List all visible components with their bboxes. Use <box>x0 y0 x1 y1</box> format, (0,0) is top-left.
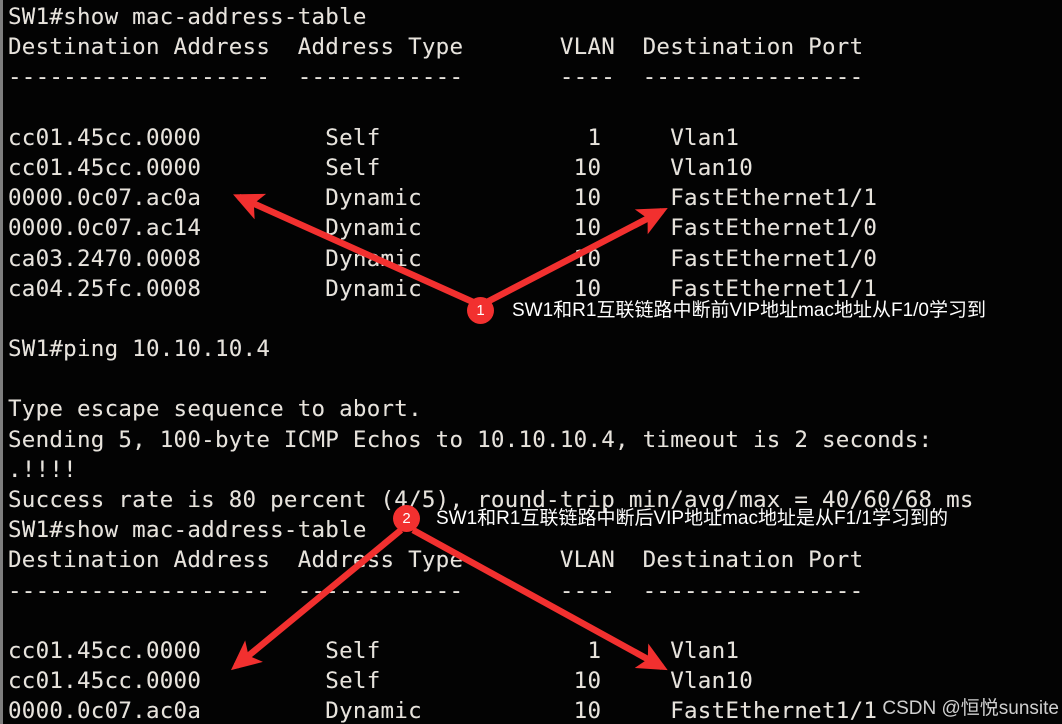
terminal-line: 0000.0c07.ac0a Dynamic 10 FastEthernet1/… <box>8 185 878 212</box>
terminal-line: cc01.45cc.0000 Self 1 Vlan1 <box>8 637 740 664</box>
annotation-text-1: SW1和R1互联链路中断前VIP地址mac地址从F1/0学习到 <box>512 300 986 321</box>
terminal-line: SW1#ping 10.10.10.4 <box>8 336 271 363</box>
terminal-output[interactable]: SW1#show mac-address-table Destination A… <box>3 0 1062 724</box>
terminal-line: Sending 5, 100-byte ICMP Echos to 10.10.… <box>8 426 933 453</box>
terminal-line: 0000.0c07.ac14 Dynamic 10 FastEthernet1/… <box>8 215 878 242</box>
terminal-line: Destination Address Address Type VLAN De… <box>8 547 864 574</box>
annotation-text-2: SW1和R1互联链路中断后VIP地址mac地址是从F1/1学习到的 <box>436 508 948 529</box>
terminal-line: ca03.2470.0008 Dynamic 10 FastEthernet1/… <box>8 245 878 272</box>
terminal-line: SW1#show mac-address-table <box>8 4 367 30</box>
terminal-line: cc01.45cc.0000 Self 10 Vlan10 <box>8 668 753 695</box>
terminal-screenshot: SW1#show mac-address-table Destination A… <box>0 0 1062 724</box>
annotation-badge-2[interactable]: 2 <box>393 505 420 532</box>
terminal-line: 0000.0c07.ac0a Dynamic 10 FastEthernet1/… <box>8 698 878 724</box>
annotation-badge-1[interactable]: 1 <box>467 297 494 324</box>
terminal-line: cc01.45cc.0000 Self 10 Vlan10 <box>8 154 753 181</box>
terminal-line: ------------------- ------------ ---- --… <box>8 64 864 91</box>
terminal-line: Destination Address Address Type VLAN De… <box>8 34 864 61</box>
terminal-line: .!!!! <box>8 456 77 483</box>
terminal-line: cc01.45cc.0000 Self 1 Vlan1 <box>8 124 740 151</box>
terminal-line: ------------------- ------------ ---- --… <box>8 577 864 604</box>
terminal-line: Type escape sequence to abort. <box>8 396 422 423</box>
